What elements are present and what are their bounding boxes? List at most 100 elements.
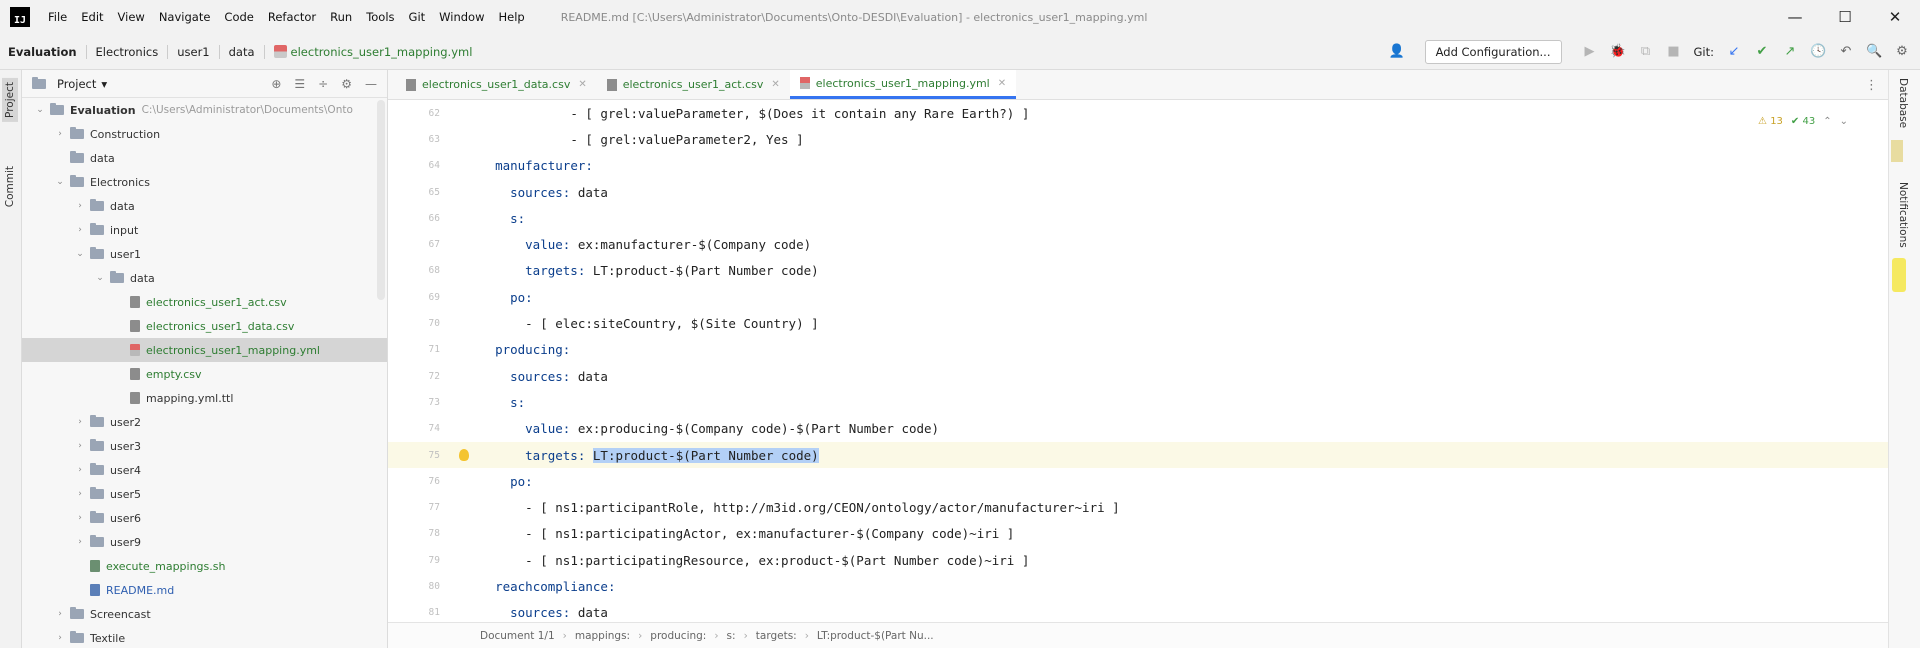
status-crumb[interactable]: LT:product-$(Part Nu...	[817, 630, 934, 642]
lightbulb-icon[interactable]	[459, 449, 469, 461]
chevron-right-icon[interactable]: ›	[54, 633, 66, 643]
add-configuration-button[interactable]: Add Configuration...	[1424, 39, 1562, 64]
debug-icon[interactable]: 🐞	[1610, 44, 1626, 59]
tree-item[interactable]: › input	[22, 218, 387, 242]
tree-item[interactable]: electronics_user1_mapping.yml	[22, 338, 387, 362]
project-view-selector[interactable]: Project	[57, 77, 96, 91]
menu-item-view[interactable]: View	[118, 10, 145, 24]
breadcrumb-data[interactable]: data	[229, 45, 255, 59]
editor-tab[interactable]: electronics_user1_mapping.yml ✕	[789, 70, 1017, 99]
history-icon[interactable]: 🕓	[1810, 44, 1826, 59]
tree-item[interactable]: ⌄ Evaluation C:\Users\Administrator\Docume…	[22, 98, 387, 122]
code-line[interactable]: 67 value: ex:manufacturer-$(Company code…	[388, 231, 1888, 257]
menu-item-code[interactable]: Code	[224, 10, 253, 24]
code-line[interactable]: 69 po:	[388, 284, 1888, 310]
code-line[interactable]: 80 reachcompliance:	[388, 573, 1888, 599]
project-scrollbar[interactable]	[377, 100, 385, 640]
chevron-down-icon[interactable]: ⌄	[54, 177, 66, 187]
chevron-right-icon[interactable]: ›	[74, 225, 86, 235]
tree-item[interactable]: empty.csv	[22, 362, 387, 386]
code-line[interactable]: 78 - [ ns1:participatingActor, ex:manufa…	[388, 521, 1888, 547]
status-crumb[interactable]: targets:	[756, 630, 797, 642]
code-line[interactable]: 81 sources: data	[388, 600, 1888, 622]
chevron-down-icon[interactable]: ⌄	[74, 249, 86, 259]
project-tool-tab[interactable]: Project	[2, 78, 18, 122]
code-line[interactable]: 75 targets: LT:product-$(Part Number cod…	[388, 441, 1888, 469]
menu-item-git[interactable]: Git	[409, 10, 426, 24]
tree-item[interactable]: data	[22, 146, 387, 170]
git-push-icon[interactable]: ↗	[1782, 44, 1798, 59]
status-crumb[interactable]: mappings:	[575, 630, 630, 642]
menu-item-tools[interactable]: Tools	[366, 10, 394, 24]
maximize-button[interactable]: ☐	[1820, 0, 1870, 34]
code-line[interactable]: 68 targets: LT:product-$(Part Number cod…	[388, 258, 1888, 284]
tree-item[interactable]: › user5	[22, 482, 387, 506]
tree-item[interactable]: ⌄ user1	[22, 242, 387, 266]
editor-tab[interactable]: electronics_user1_data.csv ✕	[396, 70, 597, 99]
close-tab-icon[interactable]: ✕	[998, 78, 1006, 89]
next-highlight-icon[interactable]: ⌄	[1840, 116, 1848, 127]
breadcrumb-project[interactable]: Evaluation	[8, 45, 77, 59]
hide-panel-icon[interactable]: —	[365, 77, 377, 91]
chevron-down-icon[interactable]: ⌄	[34, 105, 46, 115]
tree-item[interactable]: › data	[22, 194, 387, 218]
tree-item[interactable]: › Construction	[22, 122, 387, 146]
code-line[interactable]: 66 s:	[388, 205, 1888, 231]
menu-item-run[interactable]: Run	[330, 10, 352, 24]
user-icon[interactable]: 👤	[1389, 44, 1405, 59]
close-tab-icon[interactable]: ✕	[578, 79, 586, 90]
warnings-count[interactable]: ⚠ 13	[1758, 116, 1783, 127]
code-line[interactable]: 62 - [ grel:valueParameter, $(Does it co…	[388, 100, 1888, 126]
tree-item[interactable]: electronics_user1_data.csv	[22, 314, 387, 338]
code-line[interactable]: 74 value: ex:producing-$(Company code)-$…	[388, 416, 1888, 442]
tree-item[interactable]: mapping.yml.ttl	[22, 386, 387, 410]
coverage-icon[interactable]: ⧉	[1638, 44, 1654, 59]
tree-item[interactable]: › user3	[22, 434, 387, 458]
menu-item-help[interactable]: Help	[499, 10, 525, 24]
code-line[interactable]: 71 producing:	[388, 337, 1888, 363]
code-line[interactable]: 79 - [ ns1:participatingResource, ex:pro…	[388, 547, 1888, 573]
chevron-down-icon[interactable]: ▾	[101, 77, 107, 91]
code-line[interactable]: 76 po:	[388, 468, 1888, 494]
menu-item-window[interactable]: Window	[439, 10, 484, 24]
tree-item[interactable]: README.md	[22, 578, 387, 602]
breadcrumb-electronics[interactable]: Electronics	[96, 45, 159, 59]
stop-icon[interactable]: ■	[1666, 44, 1682, 59]
tree-item[interactable]: › user6	[22, 506, 387, 530]
chevron-right-icon[interactable]: ›	[74, 465, 86, 475]
prev-highlight-icon[interactable]: ⌃	[1823, 116, 1831, 127]
status-crumb[interactable]: producing:	[650, 630, 706, 642]
menu-item-file[interactable]: File	[48, 10, 67, 24]
git-update-icon[interactable]: ↙	[1726, 44, 1742, 59]
tree-item[interactable]: electronics_user1_act.csv	[22, 290, 387, 314]
inspection-widget[interactable]: ⚠ 13 ✔ 43 ⌃ ⌄	[1758, 116, 1848, 127]
chevron-right-icon[interactable]: ›	[74, 201, 86, 211]
editor-tab[interactable]: electronics_user1_act.csv ✕	[597, 70, 790, 99]
git-commit-icon[interactable]: ✔	[1754, 44, 1770, 59]
close-window-button[interactable]: ✕	[1870, 0, 1920, 34]
status-crumb[interactable]: s:	[727, 630, 736, 642]
tree-item[interactable]: › Screencast	[22, 602, 387, 626]
tree-item[interactable]: › user2	[22, 410, 387, 434]
chevron-right-icon[interactable]: ›	[74, 441, 86, 451]
chevron-right-icon[interactable]: ›	[54, 129, 66, 139]
tree-item[interactable]: ⌄ Electronics	[22, 170, 387, 194]
breadcrumb-file[interactable]: electronics_user1_mapping.yml	[291, 45, 473, 59]
gear-icon[interactable]: ⚙	[341, 77, 352, 91]
intellij-logo-icon[interactable]: IJ	[10, 7, 30, 27]
code-line[interactable]: 65 sources: data	[388, 179, 1888, 205]
search-everywhere-icon[interactable]: 🔍	[1866, 44, 1882, 59]
run-icon[interactable]: ▶	[1582, 44, 1598, 59]
tree-item[interactable]: execute_mappings.sh	[22, 554, 387, 578]
commit-tool-tab[interactable]: Commit	[2, 162, 18, 211]
tree-item[interactable]: ⌄ data	[22, 266, 387, 290]
tree-item[interactable]: › Textile	[22, 626, 387, 648]
chevron-down-icon[interactable]: ⌄	[94, 273, 106, 283]
notifications-tool-tab[interactable]: Notifications	[1897, 182, 1909, 248]
locate-file-icon[interactable]: ⊕	[271, 77, 281, 91]
close-tab-icon[interactable]: ✕	[771, 79, 779, 90]
collapse-all-icon[interactable]: ÷	[318, 77, 328, 91]
tree-item[interactable]: › user4	[22, 458, 387, 482]
settings-gear-icon[interactable]: ⚙	[1894, 44, 1910, 59]
tree-item[interactable]: › user9	[22, 530, 387, 554]
